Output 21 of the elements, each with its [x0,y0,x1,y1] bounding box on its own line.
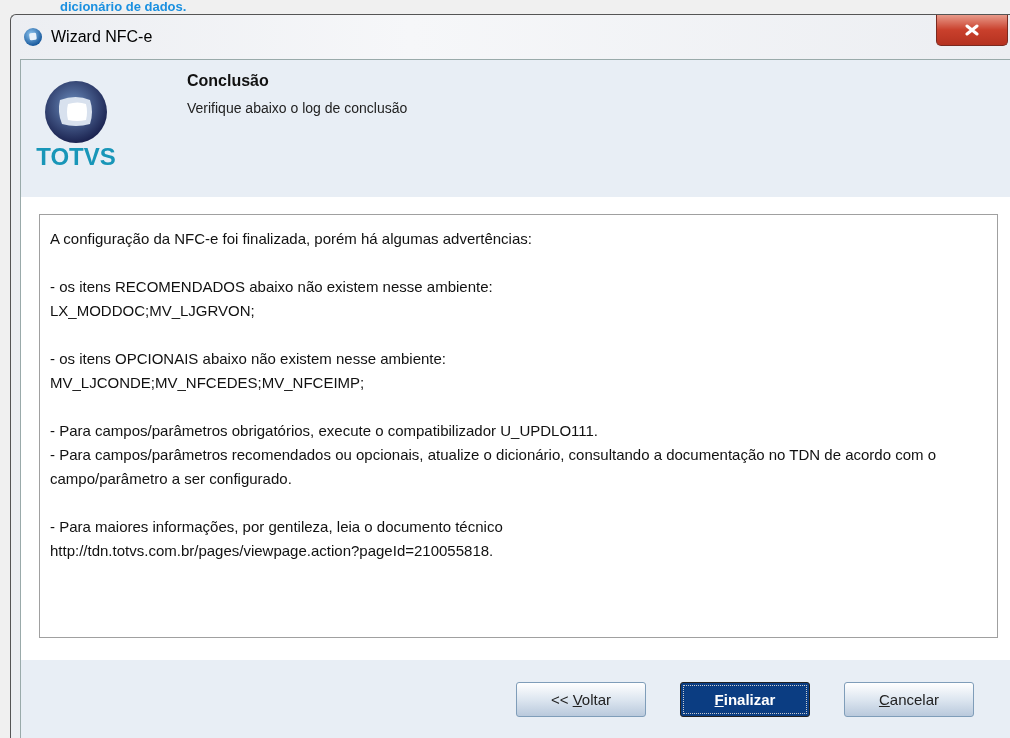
page-title: Conclusão [187,72,270,90]
log-line: - Para campos/parâmetros obrigatórios, execute o compatibilizador U_UPDLO111. [50,421,600,441]
window-title: Wizard NFC-e [51,28,153,46]
page-subtitle: Verifique abaixo o log de conclusão [187,100,408,116]
log-line: - os itens OPCIONAIS abaixo não existem nesse ambiente: [50,349,448,369]
dialog-button[interactable]: << Voltar [516,681,646,717]
dialog-button[interactable]: Cancelar [844,681,974,717]
log-line: MV_LJCONDE;MV_NFCEDES;MV_NFCEIMP; [50,373,366,393]
log-line: A configuração da NFC-e foi finalizada, porém há algumas advertências: [50,229,533,249]
dialog-button[interactable]: Finalizar [680,681,810,717]
app-globe-icon [23,27,43,47]
log-line: - os itens RECOMENDADOS abaixo não existem nesse ambiente: [50,277,494,297]
logo-sphere-icon [44,80,108,144]
close-icon[interactable] [964,24,980,36]
close-button[interactable] [936,15,1008,46]
log-line: http://tdn.totvs.com.br/pages/viewpage.action?pageId=210055818. [50,541,495,561]
log-line: LX_MODDOC;MV_LJGRVON; [50,301,256,321]
log-line: - Para maiores informações, por gentileza, leia o documento técnico [50,517,504,537]
logo-text: TOTVS [36,144,116,170]
background-caption: dicionário de dados. [59,0,188,14]
log-line: - Para campos/parâmetros recomendados ou opcionais, atualize o dicionário, consultando a documentação no TDN de acordo com o campo/parâmetro a ser configurado. [50,445,938,489]
